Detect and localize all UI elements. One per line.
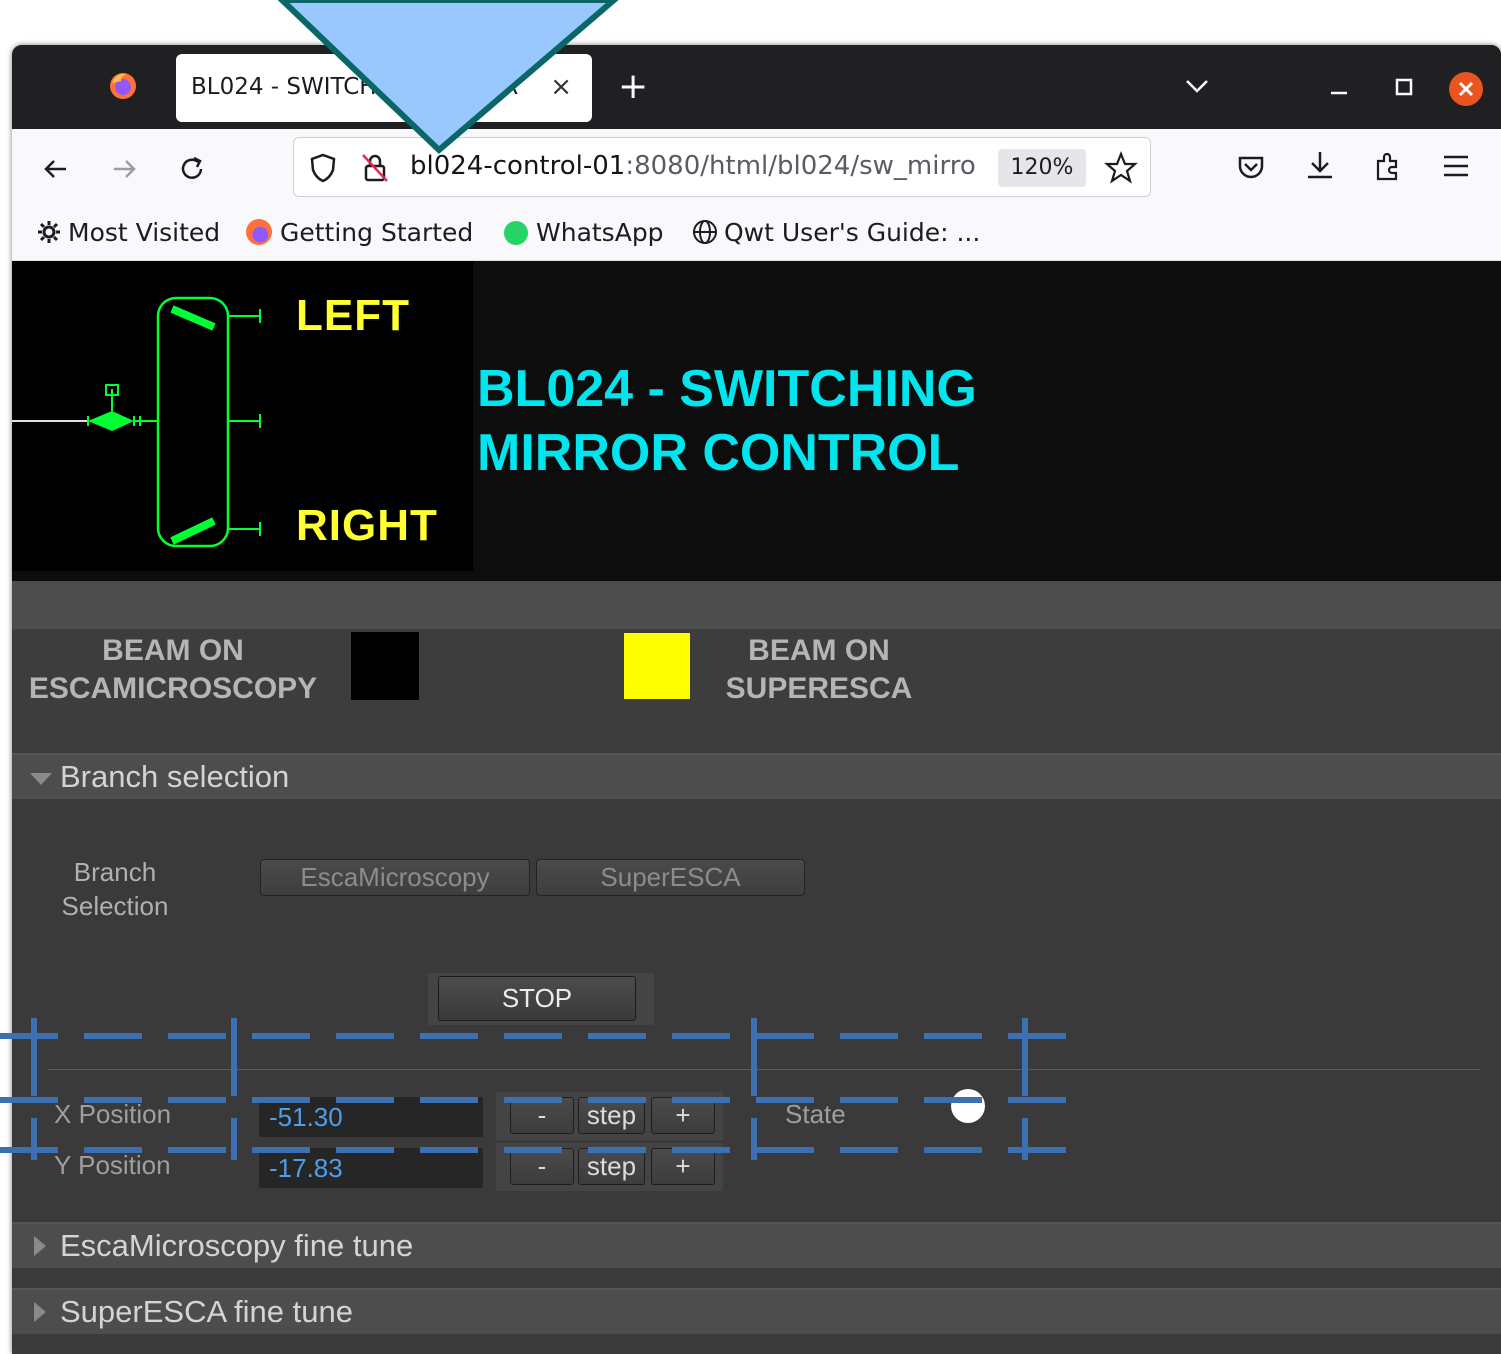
pointer-arrow-icon bbox=[277, 0, 619, 155]
screen: BL024 - SWITCHING MIRROR × + bl024-contr… bbox=[0, 0, 1501, 1354]
